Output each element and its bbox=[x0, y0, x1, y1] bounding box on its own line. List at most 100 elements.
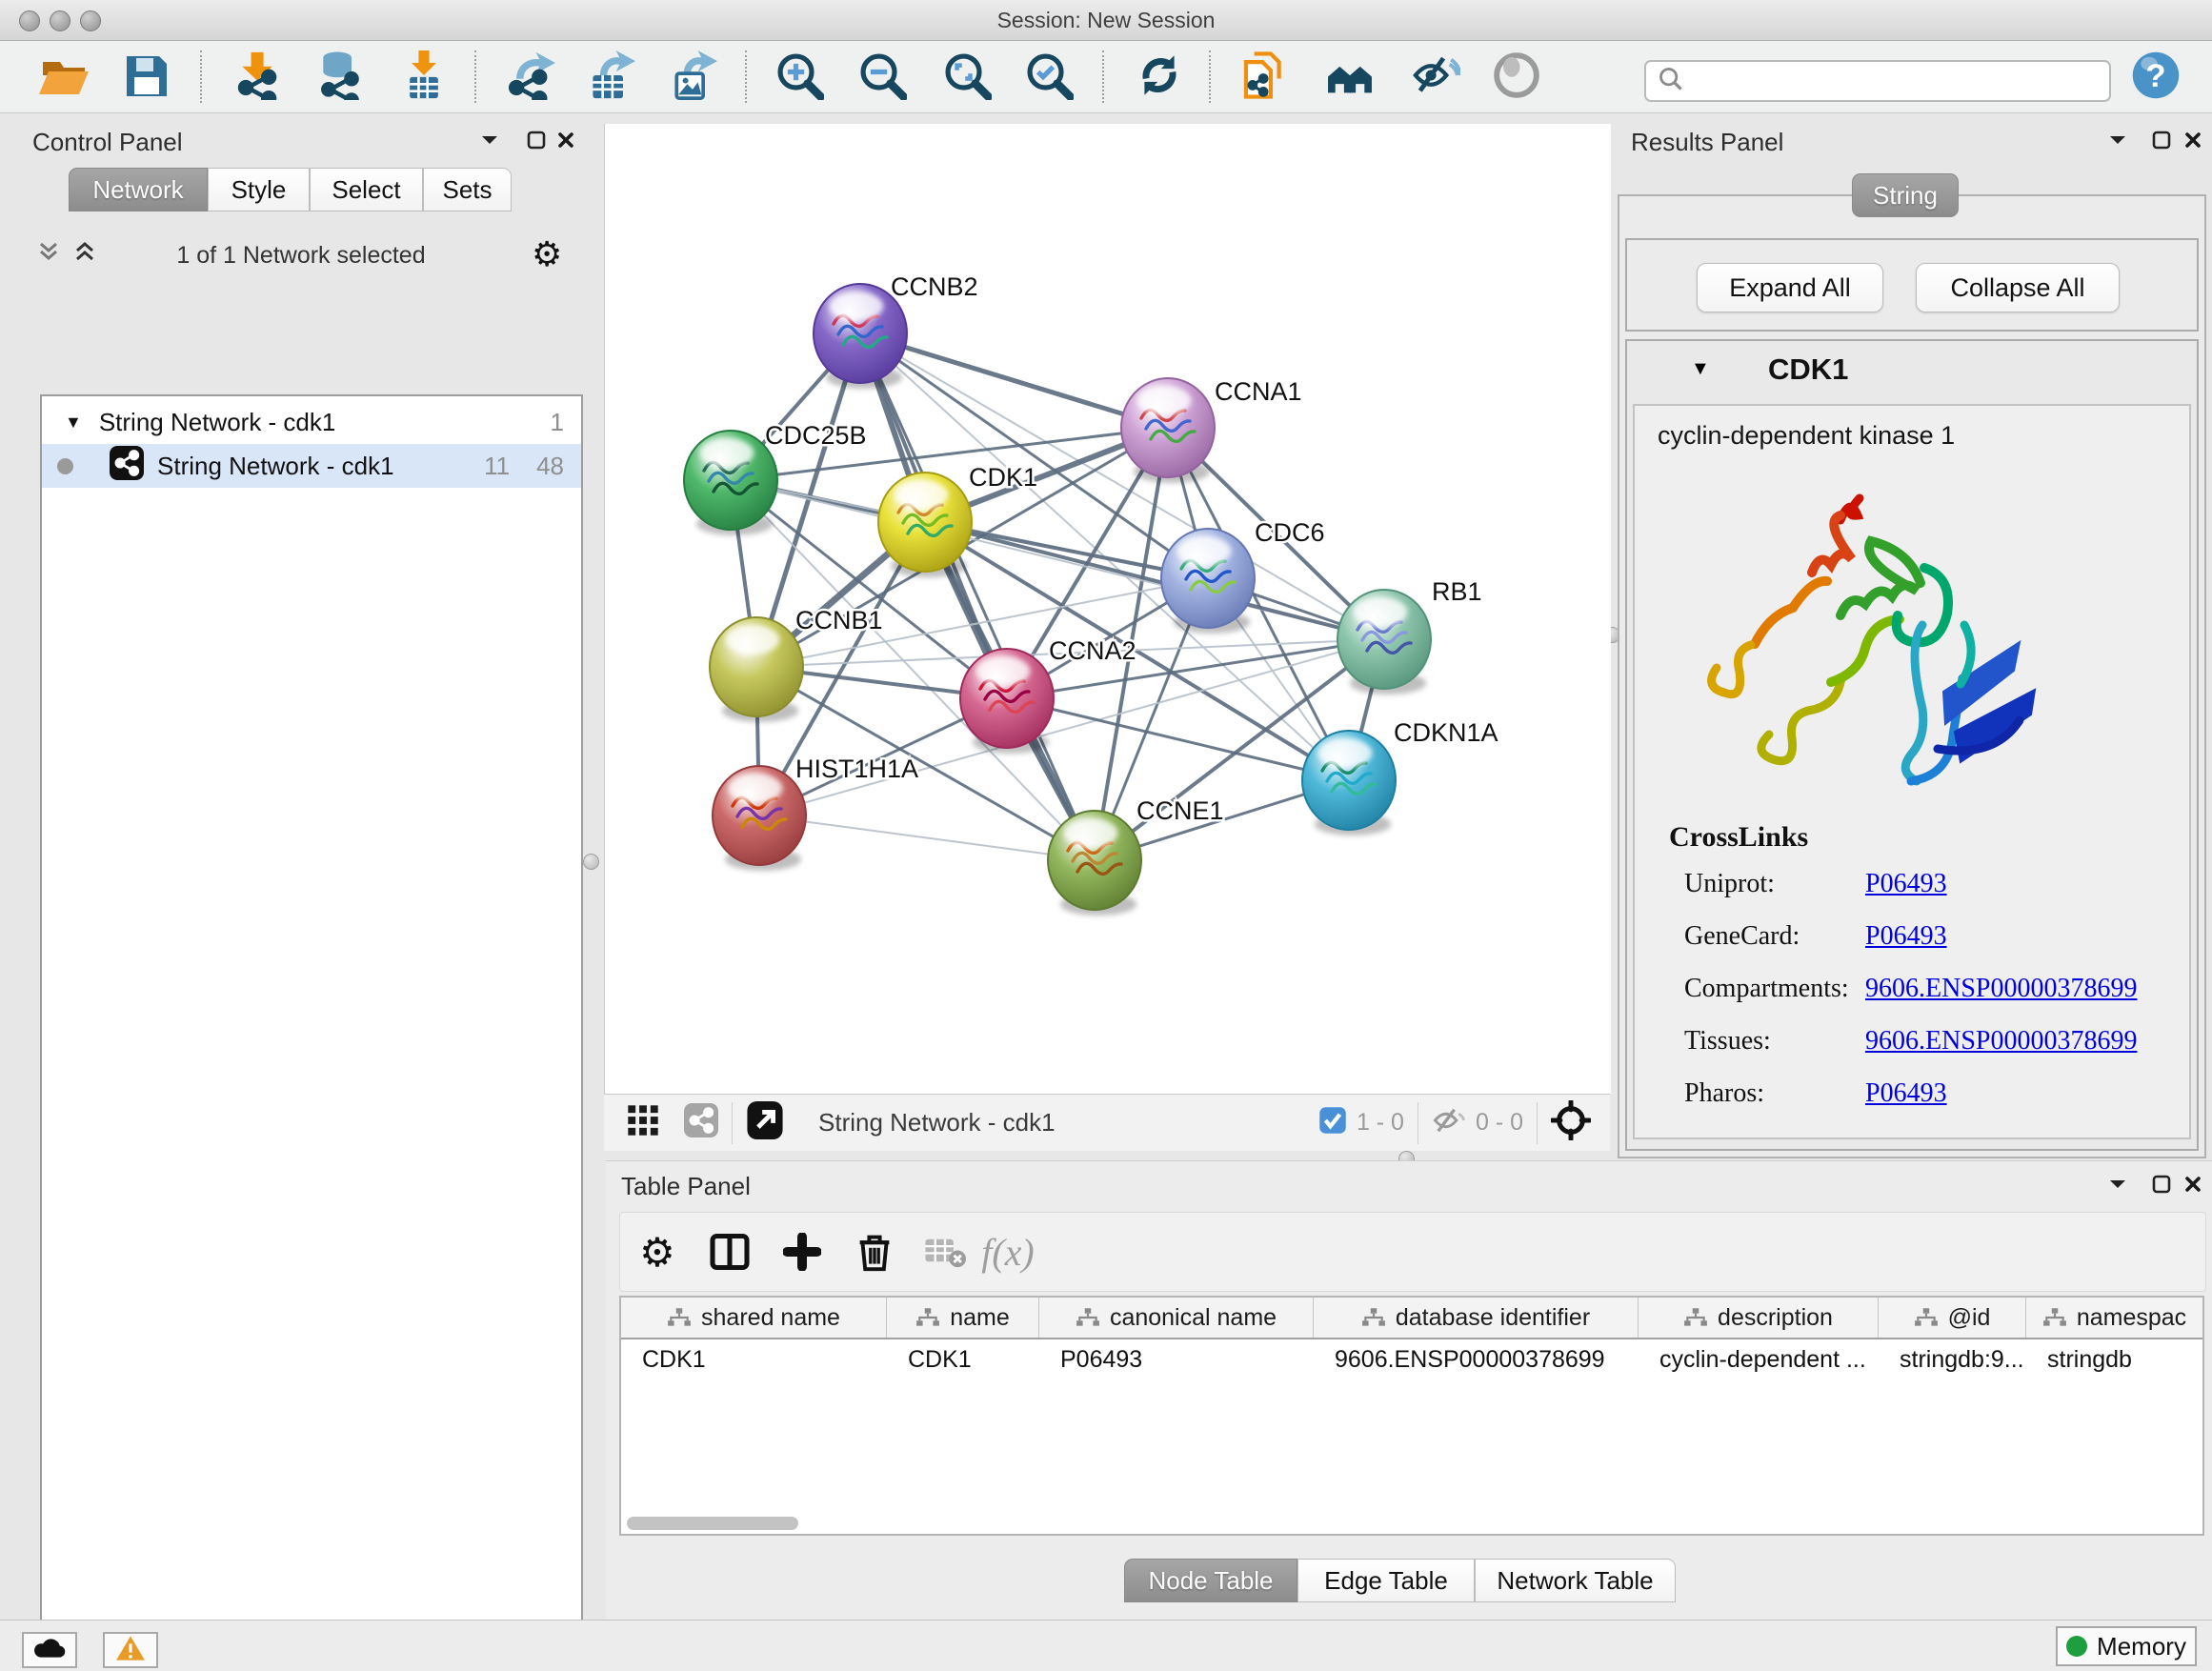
grid-view-icon[interactable] bbox=[627, 1104, 659, 1141]
selected-checkbox[interactable] bbox=[1318, 1106, 1347, 1139]
panel-collapse-icon[interactable] bbox=[2101, 1170, 2134, 1198]
network-node-CDC25B[interactable] bbox=[684, 431, 777, 535]
first-neighbors-button[interactable] bbox=[1322, 50, 1377, 105]
save-session-button[interactable] bbox=[118, 50, 173, 105]
network-node-CDKN1A[interactable] bbox=[1302, 731, 1396, 836]
collapse-all-button[interactable]: Collapse All bbox=[1916, 263, 2120, 312]
open-session-button[interactable] bbox=[36, 50, 91, 105]
column-header[interactable]: database identifier bbox=[1314, 1298, 1639, 1338]
export-network-icon bbox=[506, 50, 555, 105]
export-image-icon bbox=[668, 50, 717, 105]
search-input[interactable] bbox=[1692, 67, 2109, 95]
clone-network-button[interactable] bbox=[1237, 50, 1292, 105]
gear-icon[interactable]: ⚙ bbox=[532, 234, 562, 274]
network-node-HIST1H1A[interactable] bbox=[713, 766, 806, 871]
column-header[interactable]: shared name bbox=[621, 1298, 887, 1338]
node-table[interactable]: shared name name canonical name database… bbox=[619, 1296, 2204, 1536]
table-row[interactable]: CDK1 CDK1 P06493 9606.ENSP00000378699 cy… bbox=[621, 1339, 2202, 1379]
columns-icon[interactable] bbox=[703, 1225, 756, 1278]
crosslink-link[interactable]: 9606.ENSP00000378699 bbox=[1865, 1026, 2137, 1057]
zoom-fit-button[interactable] bbox=[939, 50, 995, 105]
toolbar-search[interactable] bbox=[1644, 60, 2111, 102]
zoom-out-button[interactable] bbox=[855, 50, 910, 105]
show-all-button[interactable] bbox=[1489, 50, 1544, 105]
export-network-button[interactable] bbox=[503, 50, 558, 105]
left-splitter-handle[interactable] bbox=[583, 854, 599, 870]
crosslink-link[interactable]: P06493 bbox=[1865, 1078, 1947, 1109]
panel-close-icon[interactable] bbox=[2177, 126, 2209, 154]
save-floppy-icon bbox=[121, 50, 171, 105]
add-column-icon[interactable] bbox=[775, 1225, 829, 1278]
tab-style[interactable]: Style bbox=[208, 168, 310, 211]
tab-network-table[interactable]: Network Table bbox=[1475, 1559, 1676, 1602]
panel-close-icon[interactable] bbox=[550, 126, 582, 154]
import-network-database-button[interactable] bbox=[312, 50, 367, 105]
panel-float-icon[interactable] bbox=[2145, 126, 2178, 154]
help-button[interactable]: ? bbox=[2128, 50, 2183, 105]
network-node-CCNA1[interactable] bbox=[1121, 378, 1215, 483]
tab-edge-table[interactable]: Edge Table bbox=[1297, 1559, 1475, 1602]
toolbar-separator bbox=[745, 50, 747, 103]
network-node-RB1[interactable] bbox=[1337, 590, 1431, 695]
zoom-selected-button[interactable] bbox=[1021, 50, 1076, 105]
panel-float-icon[interactable] bbox=[2145, 1170, 2178, 1198]
export-image-button[interactable] bbox=[665, 50, 720, 105]
import-network-file-button[interactable] bbox=[231, 50, 286, 105]
network-node-CCNB1[interactable] bbox=[710, 617, 803, 722]
section-expander-icon[interactable]: ▼ bbox=[1691, 358, 1710, 380]
import-table-icon bbox=[399, 50, 449, 105]
separator bbox=[1537, 1102, 1538, 1144]
network-row[interactable]: String Network - cdk1 11 48 bbox=[42, 444, 581, 488]
collapse-all-trees-icon[interactable] bbox=[36, 240, 61, 270]
toolbar-separator bbox=[1102, 50, 1104, 103]
network-node-CCNA2[interactable] bbox=[960, 649, 1054, 754]
node-label-HIST1H1A: HIST1H1A bbox=[795, 755, 918, 783]
network-collection-row[interactable]: ▼ String Network - cdk1 1 bbox=[42, 400, 581, 444]
tab-string[interactable]: String bbox=[1852, 173, 1959, 217]
import-table-button[interactable] bbox=[396, 50, 452, 105]
detach-view-icon[interactable] bbox=[746, 1099, 784, 1146]
crosslink-link[interactable]: 9606.ENSP00000378699 bbox=[1865, 974, 2137, 1004]
tab-node-table[interactable]: Node Table bbox=[1124, 1559, 1297, 1602]
panel-float-icon[interactable] bbox=[520, 126, 553, 154]
column-header[interactable]: namespac bbox=[2026, 1298, 2202, 1338]
panel-collapse-icon[interactable] bbox=[2101, 126, 2134, 154]
cloud-button[interactable] bbox=[22, 1632, 77, 1668]
zoom-in-button[interactable] bbox=[772, 50, 827, 105]
share-view-icon[interactable] bbox=[684, 1103, 718, 1142]
hidden-eye-icon[interactable] bbox=[1432, 1106, 1466, 1139]
expand-all-button[interactable]: Expand All bbox=[1697, 263, 1883, 312]
expand-all-trees-icon[interactable] bbox=[72, 240, 97, 270]
edge-count: 48 bbox=[536, 452, 564, 481]
delete-column-icon[interactable] bbox=[848, 1225, 901, 1278]
gear-icon[interactable]: ⚙ bbox=[631, 1225, 684, 1278]
column-header[interactable]: name bbox=[887, 1298, 1039, 1338]
tab-select[interactable]: Select bbox=[310, 168, 423, 211]
column-header[interactable]: @id bbox=[1879, 1298, 2026, 1338]
export-table-button[interactable] bbox=[583, 50, 638, 105]
tree-expander-icon[interactable]: ▼ bbox=[65, 413, 82, 433]
refresh-button[interactable] bbox=[1132, 50, 1187, 105]
table-horizontal-scrollbar[interactable] bbox=[627, 1517, 798, 1530]
tab-sets[interactable]: Sets bbox=[423, 168, 512, 211]
tab-network[interactable]: Network bbox=[69, 168, 208, 211]
network-node-CDK1[interactable] bbox=[878, 473, 972, 577]
column-header[interactable]: description bbox=[1639, 1298, 1879, 1338]
birdseye-crosshair-icon[interactable] bbox=[1551, 1100, 1591, 1145]
svg-text:?: ? bbox=[2145, 58, 2165, 94]
string-app-icon bbox=[110, 446, 144, 487]
node-label-CCNE1: CCNE1 bbox=[1136, 796, 1224, 825]
network-node-CCNE1[interactable] bbox=[1048, 811, 1141, 916]
warnings-button[interactable] bbox=[103, 1632, 158, 1668]
panel-collapse-icon[interactable] bbox=[473, 126, 506, 154]
toolbar-separator bbox=[200, 50, 202, 103]
hide-selected-button[interactable] bbox=[1408, 50, 1463, 105]
crosslink-link[interactable]: P06493 bbox=[1865, 921, 1947, 952]
node-label-CCNA1: CCNA1 bbox=[1215, 377, 1302, 406]
column-header[interactable]: canonical name bbox=[1039, 1298, 1314, 1338]
network-canvas[interactable]: CCNB2CCNA1CDC25BCDK1CDC6RB1CCNB1CCNA2CDK… bbox=[604, 124, 1611, 1094]
network-node-CDC6[interactable] bbox=[1161, 529, 1255, 634]
memory-button[interactable]: Memory bbox=[2056, 1626, 2197, 1666]
panel-close-icon[interactable] bbox=[2177, 1170, 2209, 1198]
crosslink-link[interactable]: P06493 bbox=[1865, 869, 1947, 899]
